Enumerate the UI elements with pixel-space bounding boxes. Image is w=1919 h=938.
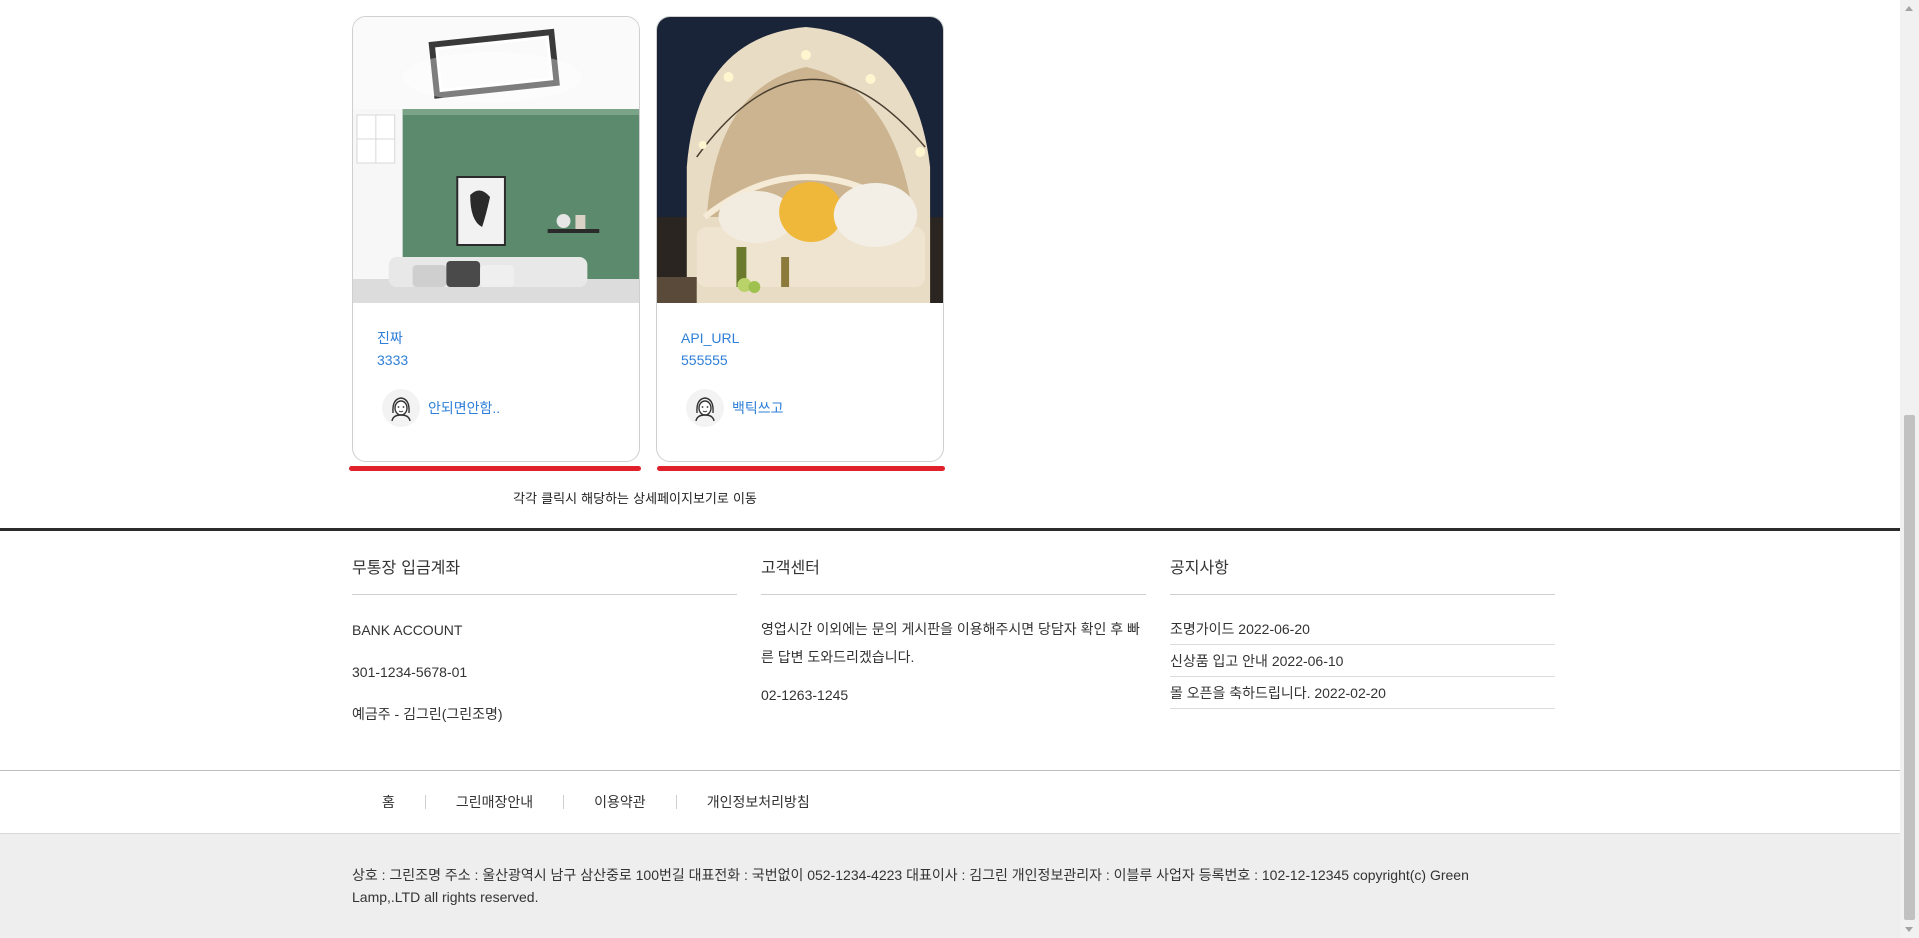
annotation-underline bbox=[657, 466, 945, 471]
product-card-list: 진짜 3333 안되면안함.. API_URL 555555 백틱쓰고 bbox=[352, 16, 944, 462]
product-image-canopy-lounge[interactable] bbox=[657, 17, 943, 303]
footer-divider bbox=[0, 528, 1900, 531]
product-title[interactable]: 진짜 bbox=[377, 327, 615, 349]
bank-account-section: 무통장 입금계좌 BANK ACCOUNT 301-1234-5678-01 예… bbox=[352, 554, 737, 723]
notice-title[interactable]: 조명가이드 bbox=[1170, 621, 1234, 637]
company-info: 상호 : 그린조명 주소 : 울산광역시 남구 삼산중로 100번길 대표전화 … bbox=[352, 867, 1469, 905]
notice-date: 2022-06-20 bbox=[1238, 621, 1310, 637]
notice-item[interactable]: 조명가이드 2022-06-20 bbox=[1170, 613, 1555, 645]
nav-link-home[interactable]: 홈 bbox=[352, 792, 425, 812]
notice-title[interactable]: 신상품 입고 안내 bbox=[1170, 653, 1268, 669]
product-card[interactable]: 진짜 3333 안되면안함.. bbox=[352, 16, 640, 462]
notice-item[interactable]: 신상품 입고 안내 2022-06-10 bbox=[1170, 645, 1555, 677]
product-image-living-room[interactable] bbox=[353, 17, 639, 303]
user-avatar-icon bbox=[686, 389, 724, 427]
product-price: 555555 bbox=[681, 352, 728, 368]
product-price: 3333 bbox=[377, 352, 409, 368]
customer-center-heading: 고객센터 bbox=[761, 554, 1146, 595]
notice-section: 공지사항 조명가이드 2022-06-20 신상품 입고 안내 2022-06-… bbox=[1170, 554, 1555, 723]
nav-link-privacy[interactable]: 개인정보처리방침 bbox=[677, 792, 840, 812]
notice-list: 조명가이드 2022-06-20 신상품 입고 안내 2022-06-10 몰 … bbox=[1170, 613, 1555, 709]
notice-item[interactable]: 몰 오픈을 축하드립니다. 2022-02-20 bbox=[1170, 677, 1555, 709]
annotation-note: 각각 클릭시 해당하는 상세페이지보기로 이동 bbox=[513, 492, 757, 507]
product-author[interactable]: 안되면안함.. bbox=[377, 389, 615, 427]
bank-heading: 무통장 입금계좌 bbox=[352, 554, 737, 595]
customer-center-section: 고객센터 영업시간 이외에는 문의 게시판을 이용해주시면 당담자 확인 후 빠… bbox=[761, 554, 1146, 723]
nav-divider bbox=[0, 770, 1900, 771]
notice-heading: 공지사항 bbox=[1170, 554, 1555, 595]
customer-center-text: 영업시간 이외에는 문의 게시판을 이용해주시면 당담자 확인 후 빠른 답변 … bbox=[761, 621, 1140, 665]
footer-info: 무통장 입금계좌 BANK ACCOUNT 301-1234-5678-01 예… bbox=[352, 554, 1555, 723]
page: 진짜 3333 안되면안함.. API_URL 555555 백틱쓰고 각각 클… bbox=[0, 0, 1900, 938]
nav-link-store-info[interactable]: 그린매장안내 bbox=[426, 792, 563, 812]
footer-nav: 홈 그린매장안내 이용약관 개인정보처리방침 bbox=[352, 772, 840, 832]
notice-date: 2022-02-20 bbox=[1314, 685, 1386, 701]
notice-title[interactable]: 몰 오픈을 축하드립니다. bbox=[1170, 685, 1310, 701]
scroll-up-icon[interactable] bbox=[1905, 6, 1913, 11]
author-name[interactable]: 안되면안함.. bbox=[428, 398, 500, 418]
customer-center-phone: 02-1263-1245 bbox=[761, 687, 849, 703]
annotation-underline bbox=[349, 466, 641, 471]
product-author[interactable]: 백틱쓰고 bbox=[681, 389, 919, 427]
scroll-thumb[interactable] bbox=[1904, 415, 1915, 920]
product-card[interactable]: API_URL 555555 백틱쓰고 bbox=[656, 16, 944, 462]
company-footer: 상호 : 그린조명 주소 : 울산광역시 남구 삼산중로 100번길 대표전화 … bbox=[0, 833, 1900, 938]
author-name[interactable]: 백틱쓰고 bbox=[732, 398, 784, 418]
product-title[interactable]: API_URL bbox=[681, 327, 919, 349]
scroll-down-icon[interactable] bbox=[1905, 927, 1913, 932]
nav-link-terms[interactable]: 이용약관 bbox=[564, 792, 676, 812]
bank-label: BANK ACCOUNT bbox=[352, 622, 463, 638]
bank-number: 301-1234-5678-01 bbox=[352, 664, 468, 680]
notice-date: 2022-06-10 bbox=[1271, 653, 1344, 669]
user-avatar-icon bbox=[382, 389, 420, 427]
vertical-scrollbar[interactable] bbox=[1900, 0, 1919, 938]
bank-holder: 예금주 - 김그린(그린조명) bbox=[352, 706, 503, 722]
